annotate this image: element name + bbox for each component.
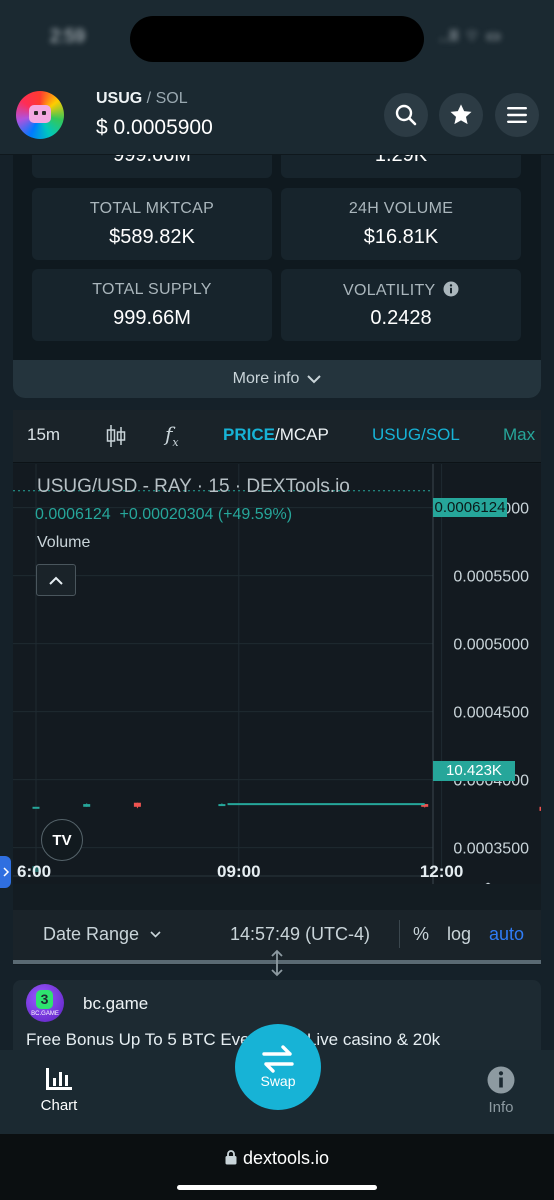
stat-value: 999.66M <box>113 307 191 329</box>
price-toggle-label: PRICE <box>223 425 275 444</box>
mcap-toggle-label: /MCAP <box>274 425 329 444</box>
x-tick-label: 12:00 <box>420 862 463 881</box>
hexagon-shape <box>485 882 491 884</box>
chart-settings-icon[interactable] <box>479 882 497 884</box>
x-tick-label: 6:00 <box>17 862 51 881</box>
swap-label: Swap <box>260 1073 296 1089</box>
date-range-button[interactable]: Date Range <box>43 924 161 945</box>
stat-label-text: VOLATILITY <box>343 282 436 299</box>
log-toggle[interactable]: log <box>447 924 471 945</box>
pair-toggle[interactable]: USUG/SOL <box>372 425 460 445</box>
stat-value: $589.82K <box>109 226 195 248</box>
pair-separator: / <box>142 90 156 107</box>
url-display[interactable]: dextools.io <box>0 1148 554 1169</box>
stat-label: VOLATILITY <box>281 281 521 300</box>
dynamic-island <box>130 16 424 62</box>
chart-toolbar: 15m fx PRICE/MCAP USUG/SOL Max <box>13 410 541 463</box>
favorite-button[interactable] <box>439 93 483 137</box>
max-toggle[interactable]: Max <box>503 425 535 445</box>
star-icon <box>450 104 472 125</box>
tradingview-logo[interactable]: TV <box>41 819 83 861</box>
ad-logo: 3 BC.GAME <box>26 984 64 1022</box>
percent-toggle[interactable]: % <box>413 924 429 945</box>
menu-button[interactable] <box>495 93 539 137</box>
candle-body <box>32 806 40 809</box>
stat-card-total-mktcap: TOTAL MKTCAP $589.82K <box>32 188 272 260</box>
volume-tag: 10.423K <box>433 761 515 781</box>
chart-widget: 15m fx PRICE/MCAP USUG/SOL Max 0.0006000… <box>0 410 541 965</box>
auto-toggle[interactable]: auto <box>489 924 524 945</box>
stat-label: TOTAL SUPPLY <box>92 281 212 298</box>
more-info-label: More info <box>232 370 300 387</box>
stat-label: 24H VOLUME <box>348 200 454 217</box>
collapse-legend-button[interactable] <box>36 564 76 596</box>
candle-body <box>133 802 141 807</box>
date-range-label: Date Range <box>43 924 140 944</box>
chart-plot-area[interactable]: 0.00060000.00055000.00050000.00045000.00… <box>13 464 541 884</box>
stat-card-total-supply: TOTAL SUPPLY 999.66M <box>32 269 272 341</box>
nav-info[interactable]: Info <box>474 1066 528 1116</box>
ad-logo-icon: 3 <box>36 990 53 1009</box>
token-header: USUG / SOL $ 0.0005900 <box>0 76 554 155</box>
lock-icon <box>225 1150 237 1165</box>
stat-card-volatility: VOLATILITY 0.2428 <box>281 269 521 341</box>
candles-icon[interactable] <box>105 423 127 449</box>
search-button[interactable] <box>384 93 428 137</box>
swap-button[interactable]: Swap <box>235 1024 321 1110</box>
y-tick-label: 0.0003500 <box>453 841 529 858</box>
chart-title: USUG/USD - RAY · 15 · DEXTools.io <box>37 476 350 497</box>
stat-card-24h-volume: 24H VOLUME $16.81K <box>281 188 521 260</box>
pair-base: USUG <box>96 90 143 107</box>
token-avatar[interactable] <box>16 91 64 139</box>
chart-clock[interactable]: 14:57:49 (UTC-4) <box>230 924 370 945</box>
price-mcap-toggle[interactable]: PRICE/MCAP <box>223 425 329 445</box>
browser-url-bar[interactable]: dextools.io <box>0 1134 554 1200</box>
chevron-up-icon <box>49 576 63 585</box>
x-tick-label: 09:00 <box>217 862 260 881</box>
home-indicator <box>177 1185 377 1190</box>
candle-body <box>218 804 226 807</box>
stat-value: $16.81K <box>363 226 439 248</box>
token-logo-face-icon <box>29 105 51 123</box>
ad-title: bc.game <box>83 994 149 1013</box>
volume-label: Volume <box>37 534 91 551</box>
y-tick-label: 0.0005000 <box>453 637 529 654</box>
hamburger-icon <box>507 107 527 123</box>
more-info-button[interactable]: More info <box>13 360 541 398</box>
bar-chart-icon <box>46 1068 72 1090</box>
y-tick-label: 0.0005500 <box>453 569 529 586</box>
ohlc-legend: 0.0006124 +0.00020304 (+49.59%) <box>35 506 293 523</box>
current-price-tag: 0.0006124 <box>433 498 507 517</box>
price-chart[interactable]: 0.00060000.00055000.00050000.00045000.00… <box>13 464 541 884</box>
indicators-icon[interactable]: fx <box>165 422 179 449</box>
stat-label: TOTAL MKTCAP <box>89 200 215 217</box>
interval-selector[interactable]: 15m <box>27 425 60 445</box>
info-icon[interactable] <box>443 281 459 297</box>
pair-quote: SOL <box>155 90 188 107</box>
pair-name[interactable]: USUG / SOL <box>96 90 188 108</box>
token-stats-panel: 999.66M 1.29K TOTAL MKTCAP $589.82K 24H … <box>13 130 541 398</box>
nav-info-label: Info <box>488 1099 514 1116</box>
side-panel-handle[interactable] <box>0 856 11 888</box>
divider <box>399 920 400 948</box>
candle-body <box>83 804 91 807</box>
swap-arrows-icon <box>262 1045 294 1073</box>
chevron-down-icon <box>307 374 322 383</box>
info-icon <box>487 1066 515 1094</box>
search-icon <box>395 104 417 126</box>
url-domain: dextools.io <box>242 1148 330 1168</box>
status-icons: ..ll ⌔ ▭ <box>438 28 502 45</box>
current-price: $ 0.0005900 <box>96 116 213 139</box>
resize-arrows-icon[interactable] <box>269 949 285 977</box>
status-time: 2:59 <box>50 26 86 46</box>
y-tick-label: 0.0004500 <box>453 705 529 722</box>
nav-chart-label: Chart <box>40 1097 78 1114</box>
chevron-down-icon <box>150 931 161 938</box>
chevron-right-icon <box>3 867 10 877</box>
nav-chart[interactable]: Chart <box>32 1066 86 1114</box>
ad-logo-text: BC.GAME <box>31 1011 59 1017</box>
status-bar: 2:59 ..ll ⌔ ▭ <box>0 0 554 76</box>
stat-value: 0.2428 <box>370 307 432 329</box>
candle-body <box>539 806 541 811</box>
